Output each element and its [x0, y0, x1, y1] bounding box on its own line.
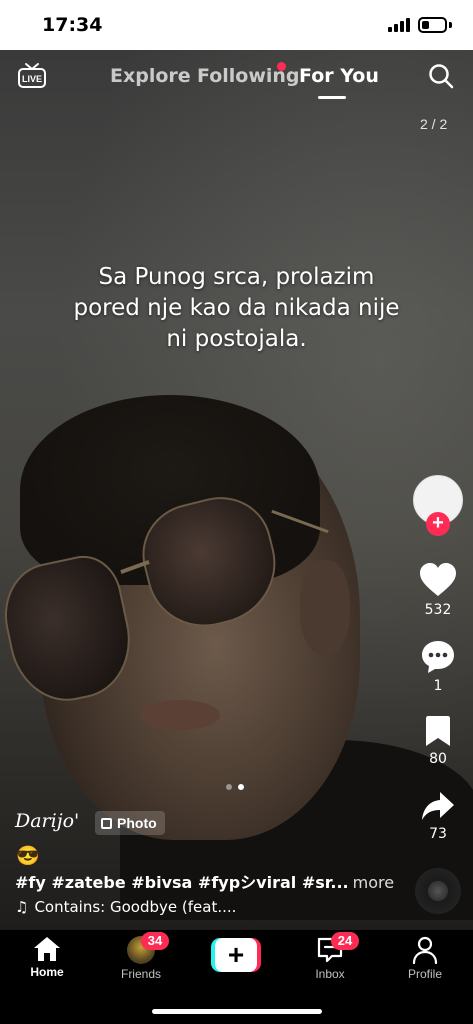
overlay-line: Sa Punog srca, prolazim	[98, 264, 375, 290]
battery-icon	[418, 17, 447, 33]
more-link[interactable]: more	[353, 873, 394, 892]
following-notification-dot	[277, 62, 286, 71]
photo-mode-badge: Photo	[95, 811, 165, 835]
ear	[300, 560, 350, 655]
comment-count: 1	[433, 678, 443, 694]
heart-icon	[420, 563, 456, 596]
overlay-line: pored nje kao da nikada nije	[73, 295, 400, 321]
photo-icon	[101, 818, 112, 829]
photo-counter: 2 / 2	[420, 116, 448, 132]
music-disc-icon[interactable]	[415, 868, 461, 914]
inbox-badge: 24	[331, 932, 359, 950]
carousel-dot[interactable]	[226, 784, 232, 790]
lips	[140, 700, 220, 730]
tab-friends-label: Friends	[120, 967, 161, 981]
comment-icon	[422, 641, 454, 673]
bookmark-icon	[426, 716, 450, 746]
battery-level	[422, 21, 429, 29]
status-bar: 17:34	[0, 0, 473, 50]
home-indicator	[152, 1009, 322, 1014]
live-tv-icon[interactable]: LIVE	[18, 62, 46, 88]
comment-button[interactable]: 1	[413, 640, 463, 694]
share-button[interactable]: 73	[413, 790, 463, 842]
music-title[interactable]: Contains: Goodbye (feat....	[34, 898, 236, 916]
plus-icon: +	[215, 938, 257, 972]
carousel-dots	[226, 777, 250, 795]
like-count: 532	[424, 602, 452, 618]
profile-icon	[412, 936, 438, 964]
friends-badge: 34	[141, 932, 169, 950]
battery-tip	[449, 22, 452, 28]
search-icon[interactable]	[428, 63, 454, 89]
caption-emoji: 😎	[16, 846, 40, 867]
tab-home[interactable]: Home	[7, 936, 87, 979]
home-icon	[34, 937, 60, 961]
signal-icon	[388, 18, 410, 32]
status-time: 17:34	[42, 14, 103, 36]
tab-for-you[interactable]: For You	[299, 65, 379, 87]
photo-badge-label: Photo	[117, 815, 157, 831]
share-count: 73	[429, 826, 447, 842]
caption-hashtags[interactable]: #fy #zatebe #bivsa #fypシviral #sr... more	[15, 869, 394, 893]
tab-profile-label: Profile	[407, 967, 442, 981]
photo-content[interactable]	[0, 50, 473, 930]
svg-text:LIVE: LIVE	[22, 74, 42, 84]
follow-button[interactable]: +	[426, 512, 450, 536]
create-button[interactable]: +	[211, 938, 261, 972]
active-tab-indicator	[318, 96, 346, 99]
tab-home-label: Home	[30, 965, 64, 979]
share-arrow-icon	[422, 792, 454, 820]
overlay-line: ni postojala.	[166, 326, 307, 352]
photo-text-overlay: Sa Punog srca, prolazim pored nje kao da…	[60, 262, 413, 355]
save-button[interactable]: 80	[413, 715, 463, 767]
music-note-icon: ♫	[15, 898, 29, 916]
tab-explore[interactable]: Explore	[110, 65, 191, 87]
carousel-dot-active[interactable]	[238, 784, 244, 790]
creator-username[interactable]: Darijo'	[15, 810, 79, 832]
save-count: 80	[429, 751, 447, 767]
tab-inbox-label: Inbox	[315, 967, 345, 981]
tab-profile[interactable]: Profile	[385, 936, 465, 981]
hashtag-text[interactable]: #fy #zatebe #bivsa #fypシviral #sr...	[15, 873, 349, 892]
like-button[interactable]: 532	[413, 562, 463, 618]
music-info[interactable]: ♫ Contains: Goodbye (feat....	[15, 898, 236, 916]
